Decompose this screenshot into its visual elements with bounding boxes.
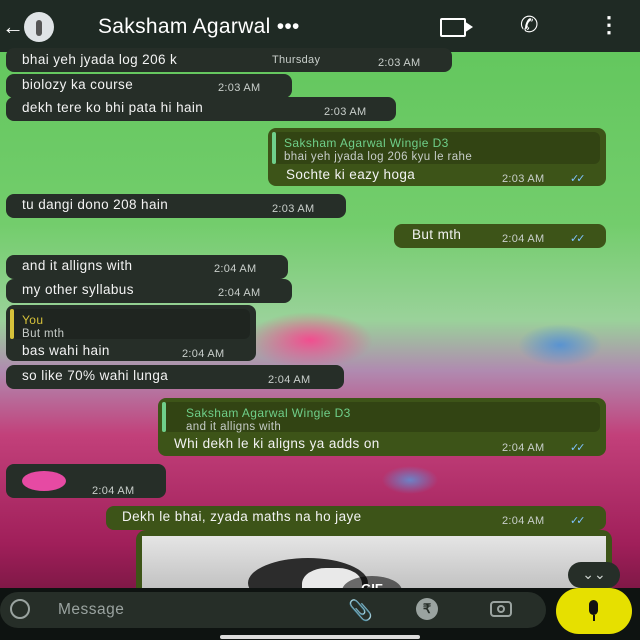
more-options-icon[interactable]: ⋮ — [598, 12, 620, 38]
video-call-icon[interactable] — [440, 18, 473, 37]
message-bubble-outgoing[interactable]: But mth 2:04 AM ✓✓ — [394, 224, 606, 248]
scroll-to-bottom-button[interactable]: ⌄⌄ — [568, 562, 620, 588]
reply-quote-text: But mth — [22, 328, 65, 340]
message-bubble-outgoing[interactable]: Dekh le bhai, zyada maths na ho jaye 2:0… — [106, 506, 606, 530]
read-receipt-icon: ✓✓ — [570, 233, 586, 245]
message-text: dekh tere ko bhi pata hi hain — [22, 100, 204, 115]
message-text: bas wahi hain — [22, 343, 110, 358]
message-text: But mth — [412, 227, 462, 242]
reply-quote-text: bhai yeh jyada log 206 kyu le rahe — [284, 151, 473, 163]
message-composer[interactable]: Message 📎 ₹ — [0, 592, 546, 628]
message-time: 2:04 AM — [502, 442, 545, 454]
reply-quote-text: and it alligns with — [186, 421, 282, 433]
message-time: 2:03 AM — [272, 203, 315, 215]
message-time: 2:04 AM — [92, 485, 135, 497]
voice-record-button[interactable] — [556, 588, 632, 634]
reply-quote[interactable]: Saksham Agarwal Wingie D3 bhai yeh jyada… — [272, 132, 600, 164]
message-text: bhai yeh jyada log 206 k — [22, 52, 178, 67]
emoji-icon[interactable] — [10, 599, 30, 619]
message-time: 2:03 AM — [378, 57, 421, 69]
chat-header: ← Saksham Agarwal ••• ✆ ⋮ — [0, 0, 640, 52]
attach-icon[interactable]: 📎 — [348, 598, 373, 623]
message-text: so like 70% wahi lunga — [22, 368, 169, 383]
message-time: 2:03 AM — [502, 173, 545, 185]
message-text: Sochte ki eazy hoga — [286, 167, 416, 182]
message-bubble-incoming[interactable]: and it alligns with 2:04 AM — [6, 255, 288, 279]
message-bubble-incoming[interactable]: tu dangi dono 208 hain 2:03 AM — [6, 194, 346, 218]
message-bubble-incoming[interactable]: so like 70% wahi lunga 2:04 AM — [6, 365, 344, 389]
gif-preview-image[interactable]: GIF — [142, 536, 606, 592]
reply-quote-author: Saksham Agarwal Wingie D3 — [186, 406, 351, 420]
message-time: 2:04 AM — [182, 348, 225, 360]
read-receipt-icon: ✓✓ — [570, 515, 586, 527]
message-text: and it alligns with — [22, 258, 133, 273]
reply-quote-bar — [162, 402, 166, 432]
camera-icon[interactable] — [490, 601, 512, 617]
message-input-placeholder[interactable]: Message — [58, 601, 124, 619]
reply-quote[interactable]: You But mth — [10, 309, 250, 340]
reply-quote[interactable]: Saksham Agarwal Wingie D3 and it alligns… — [162, 402, 600, 433]
message-time: 2:03 AM — [324, 106, 367, 118]
voice-call-icon[interactable]: ✆ — [520, 12, 538, 38]
contact-avatar[interactable] — [24, 12, 54, 42]
message-time: 2:03 AM — [218, 82, 261, 94]
read-receipt-icon: ✓✓ — [570, 442, 586, 454]
message-bubble-incoming[interactable]: You But mth bas wahi hain 2:04 AM — [6, 305, 256, 361]
message-time: 2:04 AM — [214, 263, 257, 275]
microphone-stand — [593, 615, 595, 621]
name-truncation-dots: ••• — [276, 15, 300, 38]
reply-quote-author: Saksham Agarwal Wingie D3 — [284, 136, 449, 150]
back-arrow-icon[interactable]: ← — [2, 14, 24, 40]
contact-name[interactable]: Saksham Agarwal ••• — [98, 15, 300, 39]
message-time: 2:04 AM — [502, 233, 545, 245]
message-time: 2:04 AM — [268, 374, 311, 386]
message-text: my other syllabus — [22, 282, 134, 297]
message-bubble-outgoing[interactable]: Saksham Agarwal Wingie D3 and it alligns… — [158, 398, 606, 456]
message-time: 2:04 AM — [502, 515, 545, 527]
message-text: Dekh le bhai, zyada maths na ho jaye — [122, 509, 362, 524]
reply-quote-bar — [272, 132, 276, 164]
message-text: Whi dekh le ki aligns ya adds on — [174, 436, 380, 451]
read-receipt-icon: ✓✓ — [570, 173, 586, 185]
system-home-indicator[interactable] — [220, 635, 420, 639]
message-text: biolozy ka course — [22, 77, 134, 92]
message-bubble-incoming[interactable]: biolozy ka course 2:03 AM — [6, 74, 292, 98]
message-bubble-incoming[interactable]: dekh tere ko bhi pata hi hain 2:03 AM — [6, 97, 396, 121]
message-time: 2:04 AM — [218, 287, 261, 299]
date-overlay: Thursday — [272, 54, 321, 66]
double-chevron-down-icon: ⌄⌄ — [582, 566, 606, 582]
message-bubble-incoming[interactable]: my other syllabus 2:04 AM — [6, 279, 292, 303]
media-message-bubble[interactable]: GIF — [136, 530, 612, 592]
message-text: tu dangi dono 208 hain — [22, 197, 169, 212]
reply-quote-bar — [10, 309, 14, 339]
message-bubble-incoming[interactable]: bhai yeh jyada log 206 k Thursday 2:03 A… — [6, 48, 452, 72]
contact-name-text[interactable]: Saksham Agarwal — [98, 15, 271, 38]
sticker-image[interactable] — [22, 471, 66, 491]
rupee-payment-icon[interactable]: ₹ — [416, 598, 438, 620]
microphone-icon — [589, 600, 598, 615]
reply-quote-author: You — [22, 313, 44, 327]
message-bubble-outgoing[interactable]: Saksham Agarwal Wingie D3 bhai yeh jyada… — [268, 128, 606, 186]
